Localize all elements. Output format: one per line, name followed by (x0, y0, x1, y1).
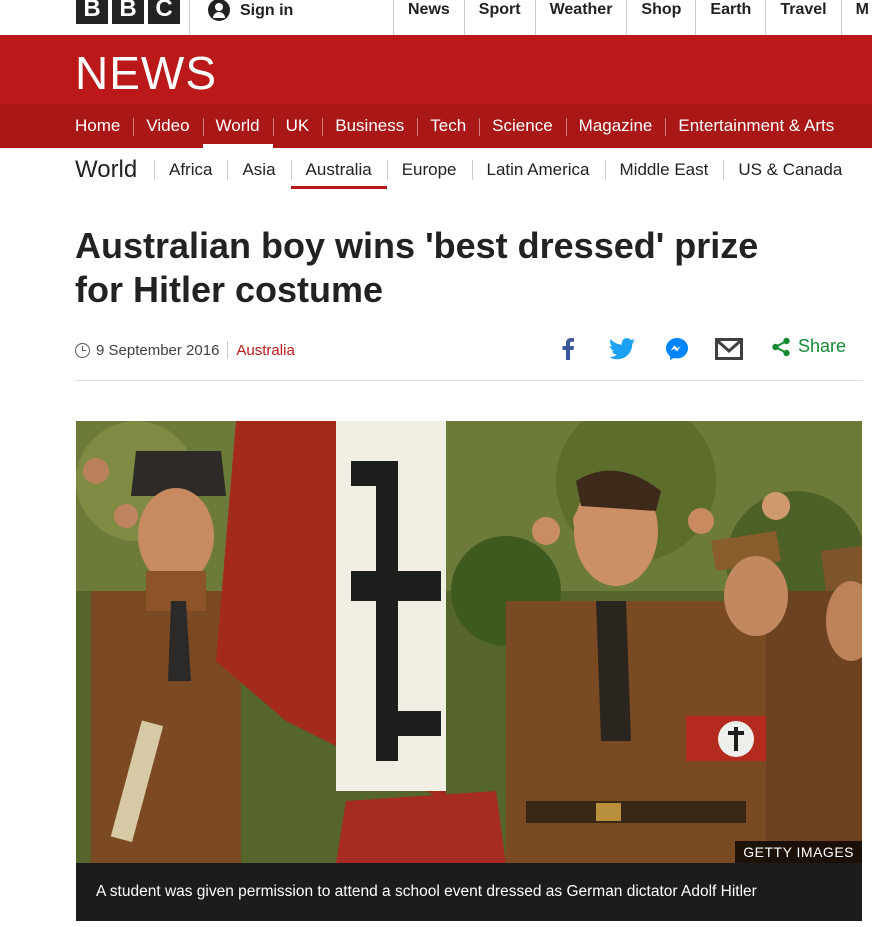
global-nav-more[interactable]: M (840, 0, 872, 35)
share-button[interactable]: Share (771, 336, 846, 357)
global-nav-weather[interactable]: Weather (534, 0, 627, 35)
global-nav: News Sport Weather Shop Earth Travel M (393, 0, 872, 35)
logo-letter: B (112, 0, 144, 24)
news-logo[interactable]: NEWS (75, 46, 217, 100)
sign-in-label: Sign in (240, 2, 294, 19)
logo-letter: B (76, 0, 108, 24)
global-nav-travel[interactable]: Travel (765, 0, 840, 35)
share-icon (772, 337, 790, 356)
email-icon[interactable] (715, 335, 743, 363)
article-meta: 9 September 2016 Australia (75, 338, 295, 362)
section-nav-europe[interactable]: Europe (386, 148, 472, 192)
section-nav-us-canada[interactable]: US & Canada (723, 148, 857, 192)
twitter-icon[interactable] (608, 335, 636, 363)
news-nav-science[interactable]: Science (479, 104, 565, 148)
headline-line: for Hitler costume (75, 269, 384, 310)
divider (189, 0, 190, 35)
news-nav-entertainment[interactable]: Entertainment & Arts (665, 104, 847, 148)
news-nav-home[interactable]: Home (62, 104, 133, 148)
divider (227, 341, 229, 359)
global-nav-sport[interactable]: Sport (463, 0, 535, 35)
news-nav-business[interactable]: Business (322, 104, 417, 148)
bbc-logo[interactable]: B B C (76, 0, 180, 24)
article-date: 9 September 2016 (96, 341, 220, 359)
news-nav-video[interactable]: Video (133, 104, 202, 148)
clock-icon (75, 342, 90, 358)
news-nav: Home Video World UK Business Tech Scienc… (0, 104, 872, 148)
section-link[interactable]: Australia (236, 342, 294, 359)
section-nav-latin-america[interactable]: Latin America (471, 148, 605, 192)
article-photo (76, 421, 862, 863)
section-title[interactable]: World (75, 156, 137, 184)
section-nav-australia[interactable]: Australia (290, 148, 387, 192)
global-nav-news[interactable]: News (393, 0, 464, 35)
article-figure: GETTY IMAGES A student was given permiss… (76, 421, 862, 921)
image-credit: GETTY IMAGES (735, 841, 862, 863)
divider (75, 380, 863, 381)
user-icon (208, 0, 230, 21)
news-nav-world[interactable]: World (202, 104, 273, 148)
share-label: Share (798, 336, 847, 356)
section-nav-africa[interactable]: Africa (154, 148, 227, 192)
news-nav-magazine[interactable]: Magazine (565, 104, 666, 148)
global-header: B B C Sign in News Sport Weather Shop Ea… (0, 0, 872, 35)
global-nav-shop[interactable]: Shop (626, 0, 695, 35)
section-nav-middle-east[interactable]: Middle East (604, 148, 724, 192)
article-headline: Australian boy wins 'best dressed' prize… (75, 224, 855, 312)
messenger-icon[interactable] (663, 335, 691, 363)
logo-letter: C (148, 0, 180, 24)
sign-in-link[interactable]: Sign in (208, 0, 293, 22)
news-nav-uk[interactable]: UK (272, 104, 323, 148)
news-banner: NEWS (0, 35, 872, 104)
image-caption: A student was given permission to attend… (76, 863, 862, 921)
global-nav-earth[interactable]: Earth (695, 0, 765, 35)
news-nav-tech[interactable]: Tech (417, 104, 479, 148)
headline-line: Australian boy wins 'best dressed' prize (75, 225, 759, 266)
section-nav: World Africa Asia Australia Europe Latin… (0, 148, 872, 192)
facebook-icon[interactable] (554, 335, 582, 363)
section-nav-asia[interactable]: Asia (227, 148, 290, 192)
